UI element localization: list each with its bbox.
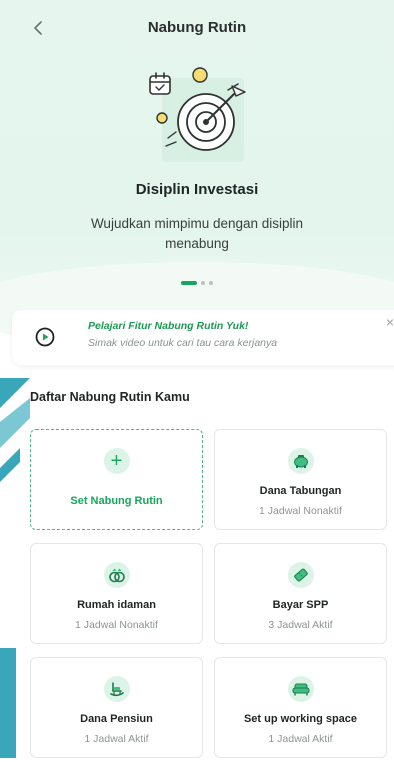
side-decoration [0,378,30,758]
goal-card-dana-pensiun[interactable]: Dana Pensiun 1 Jadwal Aktif [30,657,203,758]
goal-name: Set up working space [243,713,358,725]
goal-name: Dana Pensiun [80,713,153,725]
add-schedule-label: Set Nabung Rutin [70,495,163,507]
list-heading: Daftar Nabung Rutin Kamu [30,390,190,404]
goal-name: Dana Tabungan [259,485,342,497]
goal-status: 1 Jadwal Aktif [84,733,149,745]
target-icon [149,67,246,151]
goal-name: Bayar SPP [272,599,329,611]
calendar-icon [149,72,171,95]
carousel-dot-1[interactable] [181,281,197,285]
goal-card-rumah-idaman[interactable]: Rumah idaman 1 Jadwal Nonaktif [30,543,203,644]
rocking-chair-icon [103,676,130,702]
goal-card-working-space[interactable]: Set up working space 1 Jadwal Aktif [214,657,387,758]
promo-title: Pelajari Fitur Nabung Rutin Yuk! [88,320,249,332]
carousel-dot-2[interactable] [201,281,205,285]
hero-banner: Nabung Rutin Disiplin Investasi Wujudkan… [0,0,394,352]
ticket-icon [287,562,314,588]
sofa-icon [287,676,314,702]
add-schedule-button[interactable]: + Set Nabung Rutin [30,429,203,530]
goal-status: 1 Jadwal Aktif [268,733,333,745]
slide-title: Disiplin Investasi [135,181,259,198]
carousel-dot-3[interactable] [209,281,213,285]
goal-status: 1 Jadwal Nonaktif [259,505,342,517]
video-tutorial-card[interactable]: Pelajari Fitur Nabung Rutin Yuk! Simak v… [12,310,394,365]
goal-name: Rumah idaman [77,599,156,611]
page: Nabung Rutin Disiplin Investasi Wujudkan… [0,0,394,762]
goal-card-bayar-spp[interactable]: Bayar SPP 3 Jadwal Aktif [214,543,387,644]
rings-icon [103,562,130,588]
close-icon[interactable]: × [386,314,394,330]
target-illustration [148,66,252,170]
piggy-bank-icon [287,448,314,474]
carousel-indicator[interactable] [0,281,394,285]
play-button[interactable] [35,327,55,347]
goal-status: 3 Jadwal Aktif [268,619,333,631]
slide-description: Wujudkan mimpimu dengan disiplin menabun… [90,216,304,251]
goal-card-dana-tabungan[interactable]: Dana Tabungan 1 Jadwal Nonaktif [214,429,387,530]
play-icon [35,327,55,347]
plus-icon: + [103,448,130,474]
promo-subtitle: Simak video untuk cari tau cara kerjanya [88,337,278,349]
page-title: Nabung Rutin [147,19,247,36]
goal-status: 1 Jadwal Nonaktif [75,619,158,631]
